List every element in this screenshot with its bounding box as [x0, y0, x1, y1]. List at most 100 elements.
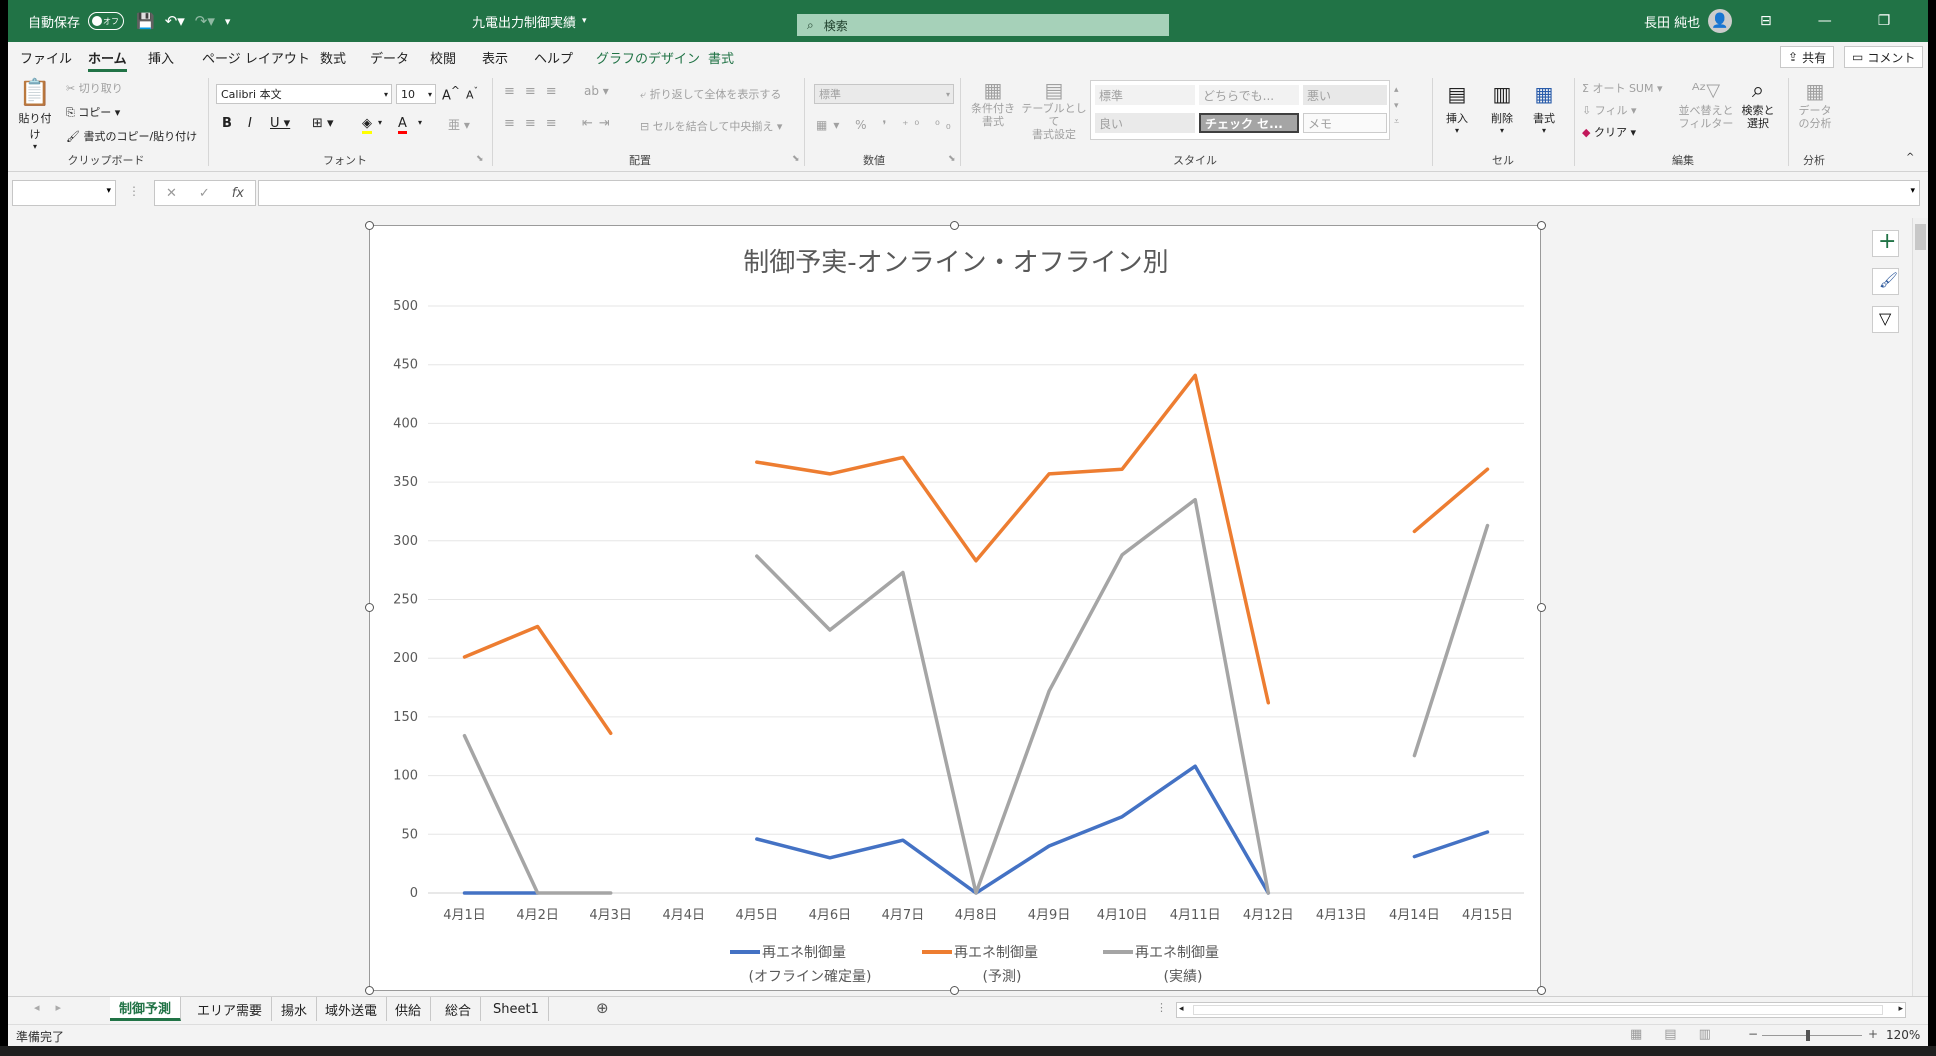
scroll-thumb[interactable] — [1915, 224, 1926, 250]
italic-icon[interactable]: I — [248, 116, 252, 131]
tab-data[interactable]: データ — [370, 48, 409, 67]
chart-filters-button[interactable]: ▽ — [1872, 306, 1899, 333]
fill-color-icon[interactable]: ◈ — [362, 116, 372, 134]
resize-handle[interactable] — [365, 221, 374, 230]
sheet-tab[interactable]: 制御予測 — [110, 997, 182, 1021]
clear-button[interactable]: ◆ クリア ▾ — [1582, 124, 1636, 140]
name-box[interactable]: ▾ — [12, 180, 116, 206]
resize-handle[interactable] — [1537, 603, 1546, 612]
number-format-select[interactable]: 標準 ▾ — [814, 84, 954, 104]
chart-elements-button[interactable]: + — [1872, 229, 1899, 257]
insert-cells-button[interactable]: ▤ 挿入 ▾ — [1438, 78, 1476, 135]
tab-home[interactable]: ホーム — [88, 48, 127, 72]
paste-button[interactable]: 📋 貼り付け ▾ — [18, 76, 52, 151]
phonetic-icon[interactable]: 亜 ▾ — [448, 116, 470, 133]
add-sheet-icon[interactable]: ⊕ — [596, 999, 609, 1017]
avatar[interactable]: 👤 — [1708, 9, 1733, 33]
horizontal-scrollbar[interactable]: ◂ ▸ — [1176, 1002, 1906, 1018]
number-format-icons[interactable]: ▦▾ % ❜ ⁺⁰ ⁰₀ — [816, 118, 957, 132]
conditional-format-button[interactable]: ▦ 条件付き 書式 — [970, 78, 1016, 128]
tab-page-layout[interactable]: ページ レイアウト — [202, 48, 310, 67]
wrap-text-button[interactable]: ⤶ 折り返して全体を表示する — [640, 86, 781, 102]
formula-input[interactable]: ▾ — [258, 180, 1920, 206]
font-name-select[interactable]: Calibri 本文 ▾ — [216, 84, 392, 104]
format-cells-button[interactable]: ▦ 書式 ▾ — [1526, 78, 1562, 135]
dialog-launcher-icon[interactable]: ⬊ — [792, 154, 800, 164]
shrink-font-icon[interactable]: Aˇ — [466, 86, 478, 102]
tab-review[interactable]: 校閲 — [430, 48, 456, 67]
insert-function-icon[interactable]: fx — [232, 186, 244, 201]
sheet-tab[interactable]: 供給 — [386, 997, 432, 1021]
style-bad[interactable]: 悪い — [1303, 85, 1387, 105]
tab-file[interactable]: ファイル — [20, 48, 72, 67]
resize-handle[interactable] — [1537, 221, 1546, 230]
sheet-nav-icons[interactable]: ◂▸ — [34, 1001, 77, 1014]
style-good[interactable]: 良い — [1095, 113, 1195, 133]
view-mode-icons[interactable]: ▦▤▥ — [1630, 1027, 1733, 1042]
restore-icon[interactable]: ❐ — [1878, 13, 1891, 29]
delete-cells-button[interactable]: ▥ 削除 ▾ — [1484, 78, 1520, 135]
cut-button[interactable]: ✂ 切り取り — [66, 80, 123, 96]
tab-view[interactable]: 表示 — [482, 48, 508, 67]
comment-button[interactable]: ▭ コメント — [1844, 46, 1924, 68]
font-color-icon[interactable]: A — [398, 116, 407, 134]
merge-center-button[interactable]: ⊟ セルを結合して中央揃え ▾ — [640, 118, 782, 134]
zoom-slider-thumb[interactable] — [1806, 1030, 1810, 1041]
save-icon[interactable]: 💾 — [136, 12, 155, 30]
format-as-table-button[interactable]: ▤ テーブルとして 書式設定 — [1018, 78, 1090, 141]
tab-insert[interactable]: 挿入 — [148, 48, 174, 67]
scroll-right-icon[interactable]: ▸ — [1898, 1004, 1903, 1014]
analyze-data-button[interactable]: ▦ データ の分析 — [1796, 78, 1834, 130]
sort-filter-button[interactable]: ᴬᶻ▽ 並べ替えと フィルター — [1678, 78, 1734, 130]
tab-help[interactable]: ヘルプ — [534, 48, 573, 67]
grow-font-icon[interactable]: A^ — [442, 84, 460, 103]
sheet-tab[interactable]: Sheet1 — [484, 997, 549, 1021]
resize-handle[interactable] — [950, 221, 959, 230]
autosave-toggle[interactable]: オフ — [88, 12, 125, 30]
tab-chart-format[interactable]: 書式 — [708, 48, 734, 67]
document-title[interactable]: 九電出力制御実績 — [472, 12, 576, 31]
orientation-icon[interactable]: ab ▾ — [584, 84, 609, 98]
style-check-cell[interactable]: チェック セ... — [1199, 113, 1299, 133]
minimize-icon[interactable]: — — [1818, 13, 1832, 29]
resize-handle[interactable] — [950, 986, 959, 995]
bold-icon[interactable]: B — [222, 116, 232, 131]
underline-icon[interactable]: U ▾ — [270, 116, 290, 131]
vertical-align-icons[interactable]: ≡≡≡ — [504, 84, 567, 99]
zoom-level[interactable]: 120% — [1886, 1028, 1920, 1042]
resize-handle[interactable] — [365, 603, 374, 612]
horizontal-align-icons[interactable]: ≡≡≡ — [504, 116, 567, 131]
dialog-launcher-icon[interactable]: ⬊ — [948, 154, 956, 164]
collapse-ribbon-icon[interactable]: ^ — [1906, 152, 1914, 163]
tab-formulas[interactable]: 数式 — [320, 48, 346, 67]
gallery-scroll-icons[interactable]: ▴ ▾ ⩡ — [1394, 82, 1399, 130]
vertical-scrollbar[interactable] — [1912, 218, 1928, 996]
zoom-out-icon[interactable]: − — [1748, 1027, 1758, 1041]
redo-icon[interactable]: ↷▾ — [195, 12, 215, 30]
style-normal[interactable]: 標準 — [1095, 85, 1195, 105]
sheet-tab[interactable]: 域外送電 — [316, 997, 388, 1021]
sheet-tab[interactable]: 総合 — [436, 997, 482, 1021]
chart-styles-button[interactable]: 🖌 — [1872, 268, 1899, 295]
resize-handle[interactable] — [1537, 986, 1546, 995]
format-painter-button[interactable]: 🖌 書式のコピー/貼り付け — [66, 128, 197, 144]
search-box[interactable]: ⌕ 検索 — [797, 14, 1169, 36]
zoom-slider[interactable] — [1762, 1035, 1862, 1036]
tab-chart-design[interactable]: グラフのデザイン — [596, 48, 700, 67]
copy-button[interactable]: ⎘ コピー ▾ — [66, 104, 120, 120]
chart-area[interactable]: 制御予実-オンライン・オフライン別 0 50 100 150 200 250 300 350 40… — [369, 225, 1899, 991]
ribbon-display-icon[interactable]: ⊟ — [1760, 13, 1772, 29]
indent-icons[interactable]: ⇤⇥ — [582, 116, 616, 131]
cancel-icon[interactable]: ✕ — [166, 186, 177, 201]
customize-qat-icon[interactable]: ▾ — [225, 15, 231, 28]
sheet-tab[interactable]: 揚水 — [272, 997, 318, 1021]
fill-button[interactable]: ⇩ フィル ▾ — [1582, 102, 1637, 118]
resize-handle[interactable] — [365, 986, 374, 995]
scroll-left-icon[interactable]: ◂ — [1179, 1004, 1184, 1014]
style-neutral[interactable]: どちらでも... — [1199, 85, 1299, 105]
enter-icon[interactable]: ✓ — [199, 186, 210, 201]
border-icon[interactable]: ⊞ ▾ — [312, 116, 334, 131]
sheet-tab[interactable]: エリア需要 — [188, 997, 273, 1021]
chevron-down-icon[interactable]: ▾ — [378, 118, 382, 127]
style-note[interactable]: メモ — [1303, 113, 1387, 133]
